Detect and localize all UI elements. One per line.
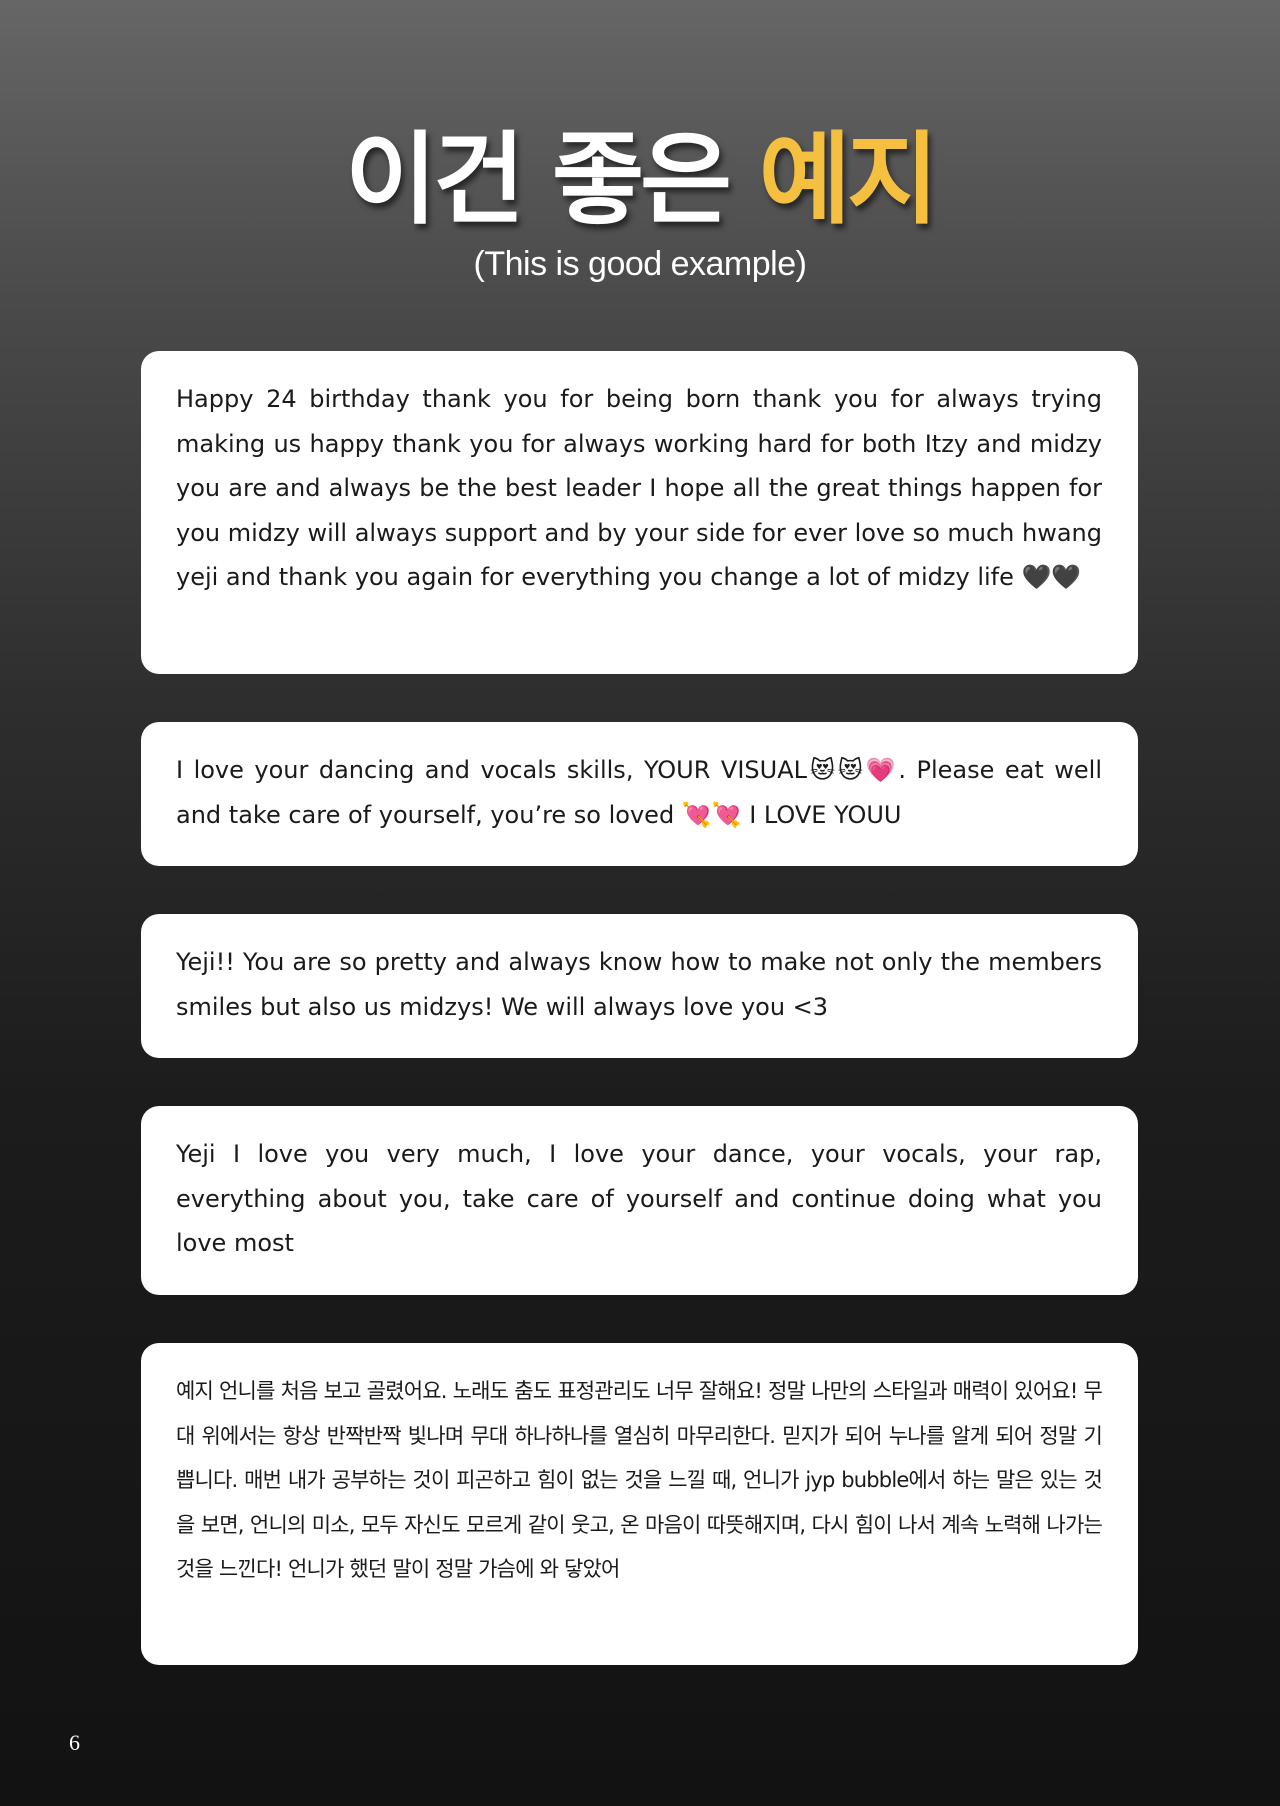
message-card-2: I love your dancing and vocals skills, Y… xyxy=(141,722,1138,866)
title-part1: 이건 좋은 xyxy=(345,121,732,238)
message-card-4: Yeji I love you very much, I love your d… xyxy=(141,1106,1138,1295)
page-number: 6 xyxy=(69,1730,80,1755)
title-block: 이건 좋은 예지 (This is good example) xyxy=(0,120,1280,284)
page-subtitle: (This is good example) xyxy=(473,245,807,283)
page-title: 이건 좋은 예지 xyxy=(0,120,1280,240)
message-text: Happy 24 birthday thank you for being bo… xyxy=(176,385,1103,591)
title-accent: 예지 xyxy=(758,121,939,238)
message-text: I love your dancing and vocals skills, Y… xyxy=(176,756,1102,829)
message-card-1: Happy 24 birthday thank you for being bo… xyxy=(141,351,1138,674)
message-card-3: Yeji!! You are so pretty and always know… xyxy=(141,914,1138,1058)
message-card-5: 예지 언니를 처음 보고 골렸어요. 노래도 춤도 표정관리도 너무 잘해요! … xyxy=(141,1343,1138,1665)
message-text: Yeji I love you very much, I love your d… xyxy=(176,1140,1102,1257)
message-text: Yeji!! You are so pretty and always know… xyxy=(176,948,1102,1021)
message-text: 예지 언니를 처음 보고 골렸어요. 노래도 춤도 표정관리도 너무 잘해요! … xyxy=(176,1379,1103,1581)
